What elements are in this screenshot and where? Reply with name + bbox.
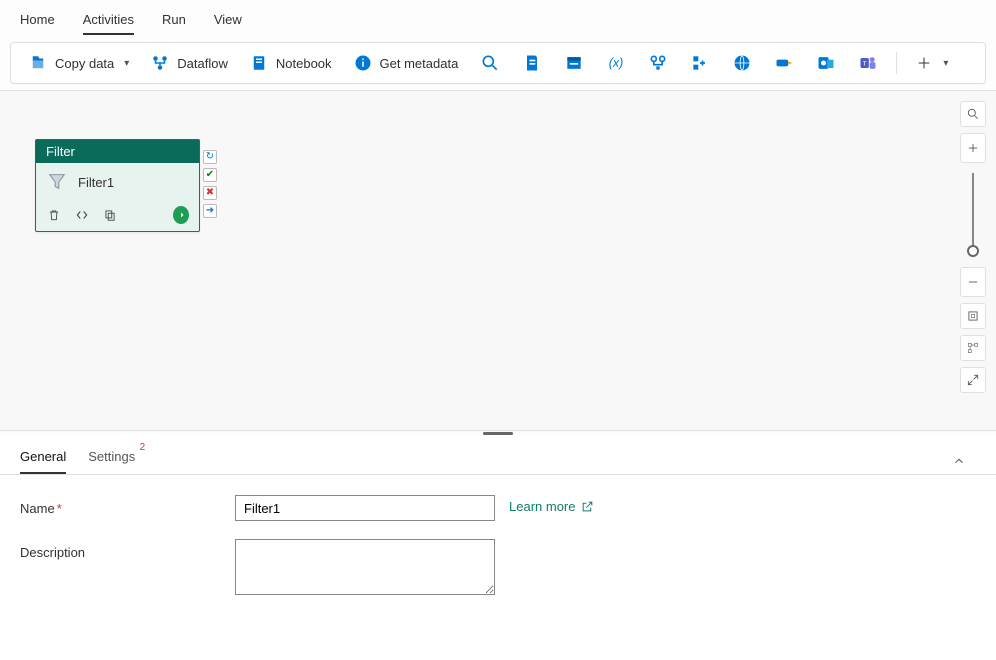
chevron-down-icon: ▾ (943, 58, 948, 69)
filter-icon (46, 171, 68, 193)
learn-more-link[interactable]: Learn more (509, 495, 594, 514)
outlook-button[interactable] (806, 47, 846, 79)
append-icon (690, 53, 710, 73)
panel-tab-settings-label: Settings (88, 449, 135, 464)
teams-icon: T (858, 53, 878, 73)
copy-data-icon (29, 54, 47, 72)
node-name-label: Filter1 (78, 175, 114, 190)
description-input[interactable] (235, 539, 495, 595)
pipeline-canvas[interactable]: Filter Filter1 ↻ ✔ ✖ ➜ (0, 91, 996, 431)
node-ports: ↻ ✔ ✖ ➜ (203, 150, 217, 218)
info-icon (354, 54, 372, 72)
append-variable-button[interactable] (680, 47, 720, 79)
panel-tab-general[interactable]: General (20, 445, 66, 474)
settings-error-badge: 2 (140, 442, 146, 453)
notebook-button[interactable]: Notebook (240, 48, 342, 78)
zoom-out-button[interactable] (960, 267, 986, 297)
script-button[interactable] (512, 47, 552, 79)
set-variable-button[interactable]: (x) (596, 47, 636, 79)
dataflow-button[interactable]: Dataflow (141, 48, 238, 78)
minimap-button[interactable] (960, 335, 986, 361)
web-button[interactable] (722, 47, 762, 79)
copy-data-button[interactable]: Copy data ▾ (19, 48, 139, 78)
outlook-icon (816, 53, 836, 73)
functions-button[interactable] (638, 47, 678, 79)
learn-more-label: Learn more (509, 499, 575, 514)
variable-icon: (x) (606, 53, 626, 73)
notebook-icon (250, 54, 268, 72)
globe-icon (732, 53, 752, 73)
chevron-down-icon: ▾ (124, 58, 129, 69)
panel-collapse-button[interactable] (946, 448, 972, 474)
lookup-button[interactable] (470, 47, 510, 79)
tab-view[interactable]: View (214, 8, 242, 35)
add-activity-button[interactable]: ▾ (905, 48, 958, 78)
description-label: Description (20, 539, 235, 560)
name-input[interactable] (235, 495, 495, 521)
zoom-in-button[interactable] (960, 133, 986, 163)
script-icon (522, 53, 542, 73)
fullscreen-button[interactable] (960, 367, 986, 393)
delete-node-button[interactable] (46, 207, 62, 223)
copy-data-label: Copy data (55, 56, 114, 71)
toolbar-separator (896, 52, 897, 74)
svg-text:(x): (x) (609, 56, 624, 70)
properties-panel: General Settings 2 Name* Learn more Desc… (0, 435, 996, 660)
port-skip[interactable]: ➜ (203, 204, 217, 218)
stored-procedure-button[interactable] (554, 47, 594, 79)
tab-run[interactable]: Run (162, 8, 186, 35)
zoom-slider-thumb[interactable] (967, 245, 979, 257)
activity-node[interactable]: Filter Filter1 ↻ ✔ ✖ ➜ (35, 139, 200, 232)
port-retry[interactable]: ↻ (203, 150, 217, 164)
panel-tabs: General Settings 2 (0, 435, 996, 475)
pipeline-icon (774, 53, 794, 73)
external-link-icon (581, 500, 594, 513)
invoke-pipeline-button[interactable] (764, 47, 804, 79)
get-metadata-label: Get metadata (380, 56, 459, 71)
activities-toolbar: Copy data ▾ Dataflow Notebook Get metada… (10, 42, 986, 84)
zoom-slider[interactable] (972, 173, 974, 257)
functions-icon (648, 53, 668, 73)
port-fail[interactable]: ✖ (203, 186, 217, 200)
fit-screen-button[interactable] (960, 303, 986, 329)
copy-node-button[interactable] (102, 207, 118, 223)
search-icon (480, 53, 500, 73)
panel-tab-settings[interactable]: Settings 2 (88, 445, 135, 474)
canvas-controls (960, 101, 986, 393)
tab-home[interactable]: Home (20, 8, 55, 35)
general-form: Name* Learn more Description (0, 475, 996, 633)
name-label: Name* (20, 495, 235, 516)
port-success[interactable]: ✔ (203, 168, 217, 182)
tab-activities[interactable]: Activities (83, 8, 134, 35)
toolbar-container: Copy data ▾ Dataflow Notebook Get metada… (0, 36, 996, 91)
code-node-button[interactable] (74, 207, 90, 223)
stored-procedure-icon (564, 53, 584, 73)
node-body: Filter1 (36, 163, 199, 201)
dataflow-label: Dataflow (177, 56, 228, 71)
run-node-button[interactable] (173, 207, 189, 223)
plus-icon (915, 54, 933, 72)
dataflow-icon (151, 54, 169, 72)
get-metadata-button[interactable]: Get metadata (344, 48, 469, 78)
teams-button[interactable]: T (848, 47, 888, 79)
node-type-label: Filter (36, 140, 199, 163)
top-menu: Home Activities Run View (0, 0, 996, 36)
node-actions (36, 201, 199, 231)
canvas-search-button[interactable] (960, 101, 986, 127)
notebook-label: Notebook (276, 56, 332, 71)
svg-text:T: T (863, 61, 867, 68)
